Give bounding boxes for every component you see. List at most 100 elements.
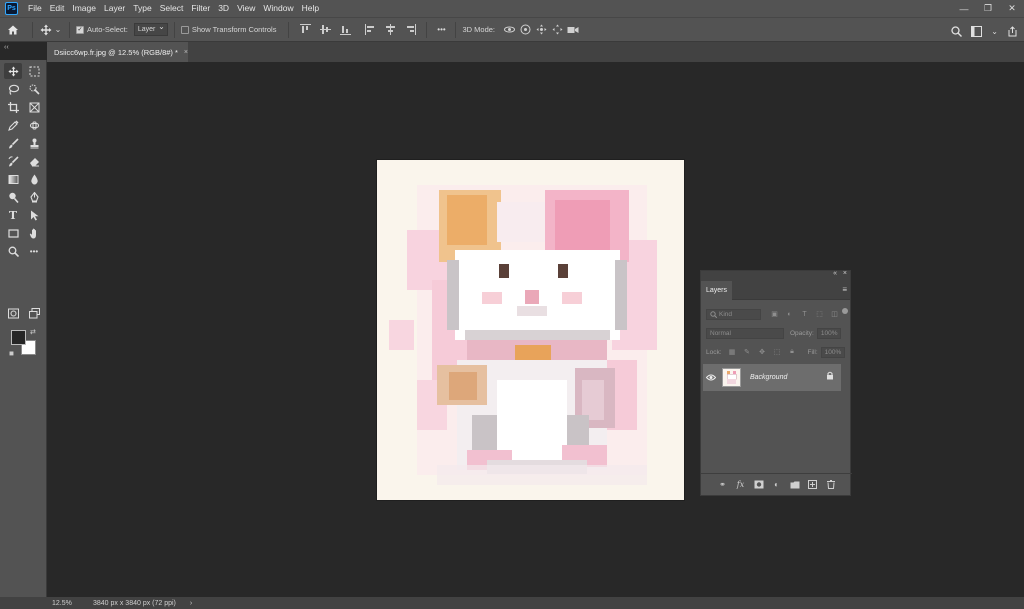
- layer-name[interactable]: Background: [750, 374, 787, 381]
- home-icon[interactable]: [0, 20, 26, 40]
- move-tool-icon[interactable]: [39, 20, 53, 40]
- menu-filter[interactable]: Filter: [187, 0, 214, 17]
- hand-tool[interactable]: [25, 225, 43, 241]
- filter-toggle-icon[interactable]: [842, 308, 848, 314]
- menu-edit[interactable]: Edit: [46, 0, 69, 17]
- close-panel-icon[interactable]: ×: [843, 270, 847, 277]
- zoom-tool[interactable]: [4, 243, 22, 259]
- minimize-button[interactable]: —: [952, 0, 976, 17]
- menu-layer[interactable]: Layer: [100, 0, 129, 17]
- more-tools-icon[interactable]: •••: [25, 243, 43, 259]
- shape-layer-filter-icon[interactable]: ⬚: [814, 309, 825, 320]
- menu-3d[interactable]: 3D: [214, 0, 233, 17]
- fx-icon[interactable]: fx: [735, 479, 746, 490]
- fill-field[interactable]: 100%: [820, 346, 845, 358]
- menu-help[interactable]: Help: [298, 0, 323, 17]
- marquee-tool[interactable]: [25, 63, 43, 79]
- close-icon[interactable]: ×: [184, 49, 188, 56]
- search-icon[interactable]: [951, 21, 963, 41]
- clone-stamp-tool[interactable]: [25, 135, 43, 151]
- menu-window[interactable]: Window: [259, 0, 297, 17]
- menu-type[interactable]: Type: [129, 0, 155, 17]
- add-mask-icon[interactable]: [753, 479, 764, 490]
- chevron-down-icon[interactable]: ⌄: [991, 21, 998, 41]
- align-bottom-icon[interactable]: [338, 23, 352, 37]
- trash-icon[interactable]: [825, 479, 836, 490]
- eye-icon[interactable]: [703, 374, 718, 381]
- panel-menu-icon[interactable]: ≡: [842, 285, 847, 294]
- chevron-down-icon[interactable]: ⌄: [53, 20, 63, 40]
- gradient-tool[interactable]: [4, 171, 22, 187]
- spot-healing-tool[interactable]: [25, 117, 43, 133]
- eraser-tool[interactable]: [25, 153, 43, 169]
- layer-row-background[interactable]: Background: [703, 364, 841, 391]
- align-top-icon[interactable]: [298, 23, 312, 37]
- menu-image[interactable]: Image: [68, 0, 100, 17]
- auto-select-checkbox[interactable]: ✓: [76, 25, 84, 34]
- move-tool[interactable]: [4, 63, 22, 79]
- adjustment-layer-filter-icon[interactable]: ◐: [784, 309, 795, 320]
- status-menu-arrow[interactable]: ›: [190, 600, 192, 607]
- 3d-camera-icon[interactable]: [565, 20, 581, 40]
- lock-icon[interactable]: [826, 371, 834, 382]
- menu-file[interactable]: File: [24, 0, 46, 17]
- tab-layers[interactable]: Layers: [701, 281, 732, 300]
- type-layer-filter-icon[interactable]: T: [799, 309, 810, 320]
- default-colors-icon[interactable]: ◼: [9, 350, 14, 357]
- lock-image-pixels-icon[interactable]: ✎: [742, 347, 753, 358]
- 3d-slide-icon[interactable]: [549, 20, 565, 40]
- link-layers-icon[interactable]: ⚭: [717, 479, 728, 490]
- 3d-roll-icon[interactable]: [517, 20, 533, 40]
- document-canvas[interactable]: [377, 160, 684, 500]
- dodge-tool[interactable]: [4, 189, 22, 205]
- path-selection-tool[interactable]: [25, 207, 43, 223]
- close-window-button[interactable]: ✕: [1000, 0, 1024, 17]
- brush-tool[interactable]: [4, 135, 22, 151]
- screen-mode-icon[interactable]: [25, 305, 43, 321]
- align-left-icon[interactable]: [363, 23, 377, 37]
- align-vertical-center-icon[interactable]: [318, 23, 332, 37]
- blur-tool[interactable]: [25, 171, 43, 187]
- transform-controls-checkbox[interactable]: [180, 25, 189, 34]
- rectangle-tool[interactable]: [4, 225, 22, 241]
- type-tool[interactable]: T: [4, 207, 22, 223]
- lock-transparent-pixels-icon[interactable]: ▦: [727, 347, 738, 358]
- quick-select-tool[interactable]: [25, 81, 43, 97]
- blend-mode-dropdown[interactable]: Normal: [706, 327, 784, 339]
- restore-button[interactable]: ❐: [976, 0, 1000, 17]
- kind-filter-dropdown[interactable]: Kind: [706, 308, 761, 320]
- crop-tool[interactable]: [4, 99, 22, 115]
- 3d-pan-icon[interactable]: [533, 20, 549, 40]
- new-group-icon[interactable]: [789, 479, 800, 490]
- zoom-readout[interactable]: 12.5%: [47, 600, 83, 607]
- lasso-tool[interactable]: [4, 81, 22, 97]
- menu-select[interactable]: Select: [156, 0, 188, 17]
- history-brush-tool[interactable]: [4, 153, 22, 169]
- workspace-icon[interactable]: [971, 21, 983, 41]
- lock-position-icon[interactable]: ✥: [757, 347, 768, 358]
- lock-all-icon[interactable]: 🔒︎: [787, 347, 798, 358]
- auto-select-target-dropdown[interactable]: Layer: [133, 22, 168, 36]
- pixel-layer-filter-icon[interactable]: ▣: [769, 309, 780, 320]
- menu-view[interactable]: View: [233, 0, 259, 17]
- foreground-color-swatch[interactable]: [11, 330, 26, 345]
- align-horizontal-center-icon[interactable]: [383, 23, 397, 37]
- canvas-workspace[interactable]: [47, 62, 1024, 597]
- opacity-field[interactable]: 100%: [816, 327, 841, 339]
- adjustment-layer-icon[interactable]: ◐: [771, 479, 782, 490]
- smart-object-filter-icon[interactable]: ◫: [829, 309, 840, 320]
- share-icon[interactable]: [1007, 21, 1018, 41]
- eyedropper-tool[interactable]: [4, 117, 22, 133]
- frame-tool[interactable]: [25, 99, 43, 115]
- quick-mask-icon[interactable]: [4, 305, 22, 321]
- new-layer-icon[interactable]: [807, 479, 818, 490]
- collapse-panel-icon[interactable]: «: [833, 270, 837, 277]
- pen-tool[interactable]: [25, 189, 43, 205]
- 3d-orbit-icon[interactable]: [501, 20, 517, 40]
- more-options-icon[interactable]: •••: [433, 20, 449, 40]
- document-tab[interactable]: Dsiicc6wp.fr.jpg @ 12.5% (RGB/8#) * ×: [47, 42, 188, 62]
- swap-colors-icon[interactable]: ⇄: [30, 328, 36, 336]
- toolbar-collapse-icon[interactable]: ‹‹: [4, 44, 9, 51]
- align-right-icon[interactable]: [403, 23, 417, 37]
- lock-artboard-icon[interactable]: ⬚: [772, 347, 783, 358]
